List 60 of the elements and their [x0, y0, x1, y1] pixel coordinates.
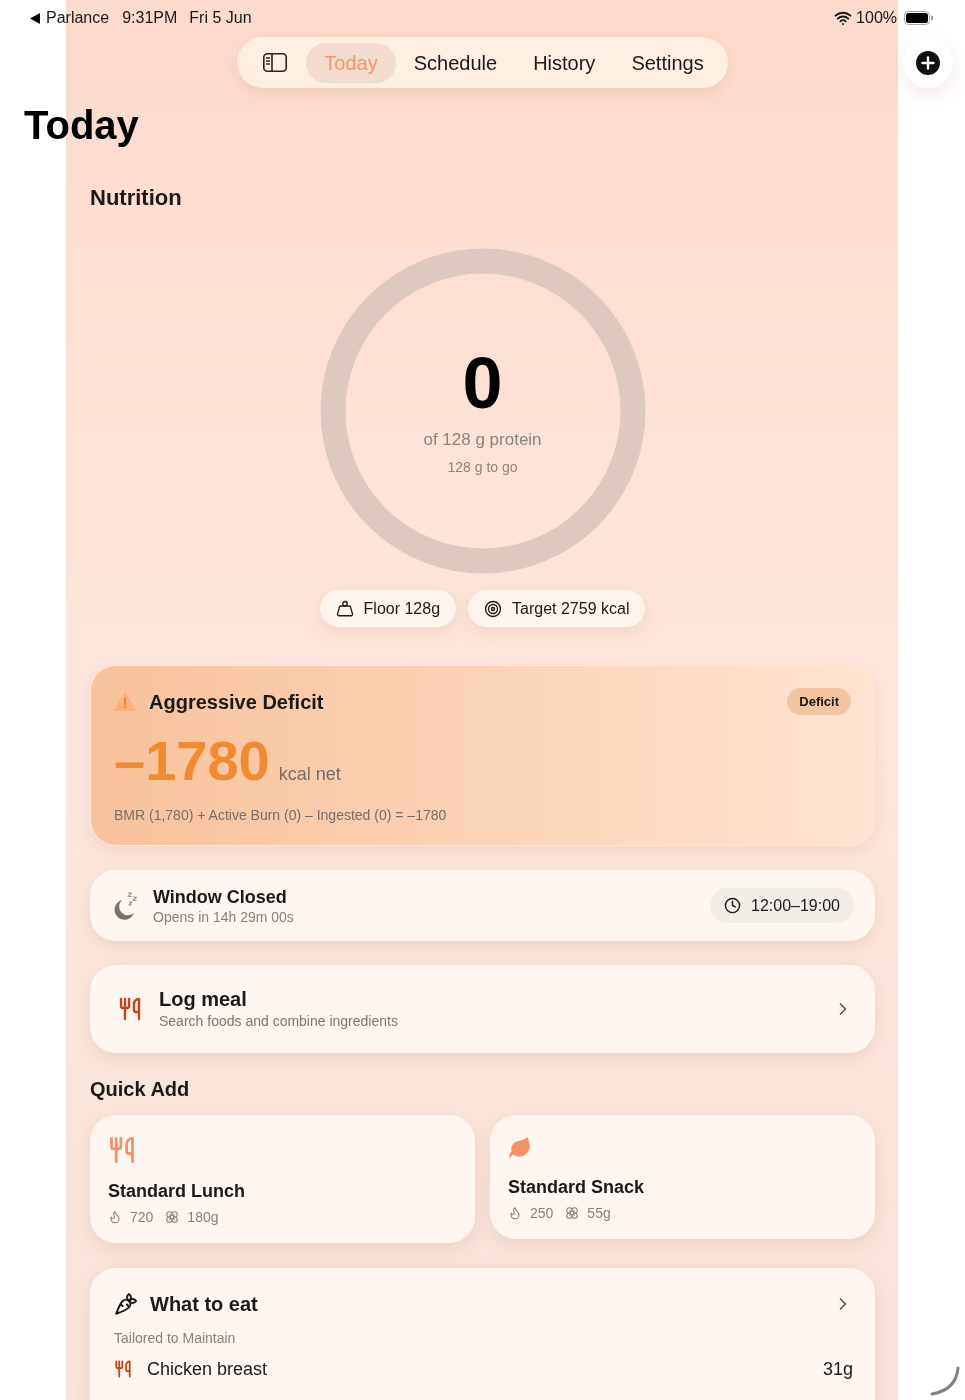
- weight-icon: [335, 599, 354, 618]
- utensils-icon: [118, 997, 142, 1021]
- card-title: Aggressive Deficit: [149, 689, 324, 715]
- weight-amount: 55g: [587, 1204, 611, 1222]
- arc-icon: [930, 1366, 960, 1396]
- unit-label: kcal net: [278, 763, 341, 786]
- tab[interactable]: History: [515, 42, 614, 83]
- quick-add-card[interactable]: Standard Snack 250 55g: [490, 1115, 875, 1239]
- chip-label: Target 2759 kcal: [512, 598, 630, 619]
- moon-icon: [112, 891, 138, 920]
- back-link[interactable]: Parlance: [30, 6, 110, 30]
- countdown-text: Opens in 14h 29m 00s: [153, 907, 294, 926]
- flame-icon: [108, 1210, 122, 1224]
- ring-value: 0: [462, 347, 503, 419]
- calorie-count: 250: [530, 1204, 554, 1222]
- flame-icon: [508, 1206, 522, 1220]
- food-amount: 31g: [822, 1357, 853, 1381]
- wifi-icon: [834, 9, 853, 27]
- utensils-icon: [114, 1360, 132, 1378]
- hours-label: 12:00–19:00: [751, 895, 840, 916]
- battery-percentage: 100%: [856, 8, 897, 28]
- quick-add-card[interactable]: Standard Lunch 720 180g: [90, 1115, 475, 1243]
- clock-icon: [724, 897, 741, 914]
- card-title: Window Closed: [153, 885, 287, 908]
- flower-icon: [165, 1210, 180, 1224]
- status-time: 9:31PM: [122, 8, 178, 28]
- card-subtitle: Search foods and combine ingredients: [159, 1012, 398, 1031]
- page-title: Today: [24, 102, 139, 149]
- net-calories-value: –1780: [114, 733, 270, 789]
- food-name: Chicken breast: [147, 1357, 268, 1381]
- card-title: Standard Snack: [508, 1176, 645, 1199]
- target-icon: [484, 599, 503, 618]
- ring-caption: of 128 g protein: [423, 429, 542, 451]
- battery-icon: [904, 11, 933, 25]
- carrot-icon: [114, 1292, 138, 1316]
- back-icon: [30, 12, 40, 24]
- status-badge: Deficit: [787, 688, 851, 715]
- weight-amount: 180g: [187, 1208, 219, 1226]
- tab[interactable]: Settings: [613, 42, 722, 83]
- card-title: Standard Lunch: [108, 1180, 245, 1203]
- add-button[interactable]: [903, 38, 953, 88]
- warning-icon: [114, 692, 136, 711]
- calorie-count: 720: [130, 1208, 154, 1226]
- log-meal-card[interactable]: Log meal Search foods and combine ingredients: [90, 965, 875, 1053]
- what-to-eat-header[interactable]: What to eat: [114, 1292, 853, 1316]
- ring-remaining: 128 g to go: [447, 458, 518, 476]
- card-title: What to eat: [150, 1292, 258, 1317]
- status-date: Fri 5 Jun: [189, 8, 252, 28]
- plus-icon: [916, 51, 940, 75]
- chip-label: Floor 128g: [363, 598, 441, 619]
- formula-text: BMR (1,780) + Active Burn (0) – Ingested (0) = –1780: [114, 806, 447, 825]
- section-heading: Quick Add: [90, 1077, 190, 1101]
- utensils-icon: [108, 1136, 136, 1164]
- sidebar-icon: [262, 53, 287, 72]
- flower-icon: [565, 1206, 580, 1220]
- leaf-icon: [508, 1136, 532, 1160]
- card-subtitle: Tailored to Maintain: [114, 1329, 236, 1347]
- tab[interactable]: Schedule: [395, 42, 516, 83]
- section-heading: Nutrition: [90, 184, 182, 212]
- card-title: Log meal: [159, 987, 247, 1011]
